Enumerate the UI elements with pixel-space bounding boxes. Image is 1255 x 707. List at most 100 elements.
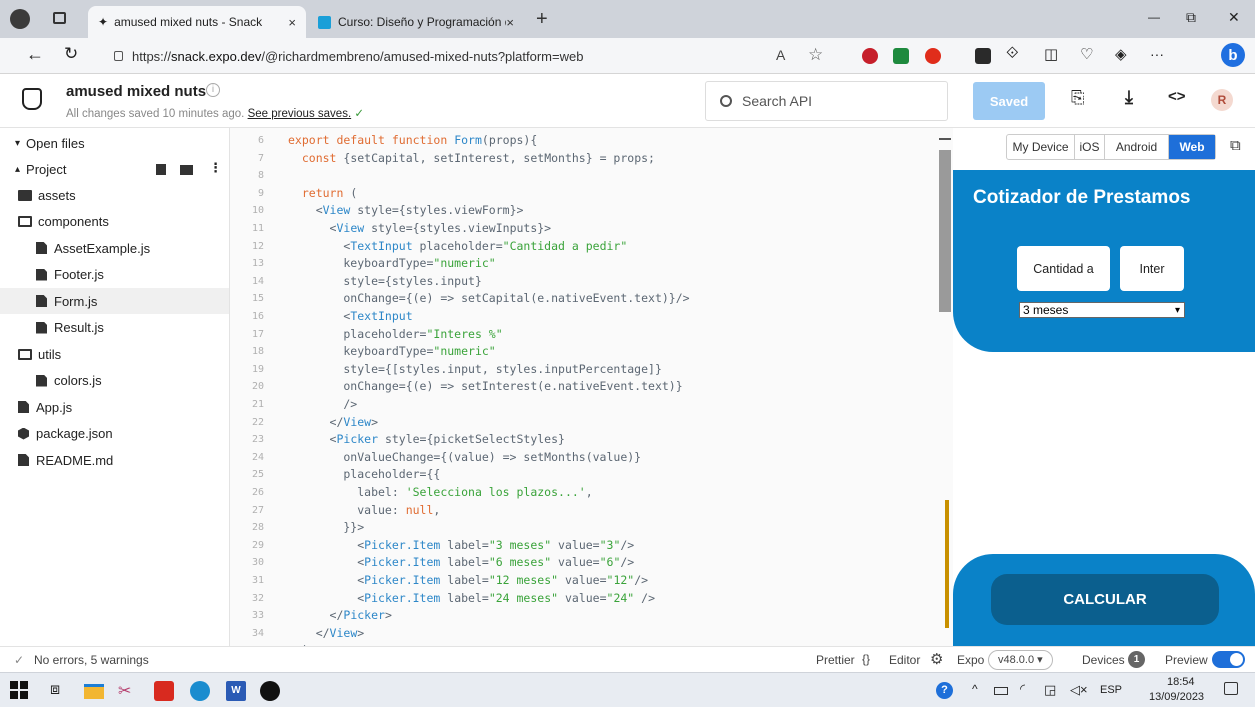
clock-date[interactable]: 13/09/2023 [1149,691,1204,703]
code-line[interactable]: <TextInput placeholder="Cantidad a pedir… [288,238,627,256]
file-item[interactable]: colors.js [0,368,229,394]
new-folder-icon[interactable] [180,165,193,175]
devices-label[interactable]: Devices [1082,653,1125,667]
interest-input[interactable]: Inter [1120,246,1184,291]
code-line[interactable]: onValueChange={(value) => setMonths(valu… [288,449,641,467]
errors-status[interactable]: No errors, 5 warnings [34,653,149,667]
editor-label[interactable]: Editor [889,653,920,667]
extensions-icon[interactable]: ⟐ [1006,45,1019,63]
address-bar[interactable]: https://snack.expo.dev/@richardmembreno/… [114,43,842,69]
new-file-icon[interactable] [156,164,166,175]
code-line[interactable]: <Picker.Item label="6 meses" value="6"/> [288,554,634,572]
code-line[interactable]: <Picker style={picketSelectStyles} [288,431,565,449]
prettier-label[interactable]: Prettier [816,653,855,667]
new-tab-button[interactable]: + [536,8,548,31]
tab-web[interactable]: Web [1169,135,1215,159]
wifi-icon[interactable]: ◜ [1020,681,1025,697]
code-line[interactable]: placeholder={{ [288,466,440,484]
file-item[interactable]: README.md [0,447,229,473]
restore-button[interactable]: ⧉ [1186,9,1196,26]
previous-saves-link[interactable]: See previous saves. [248,108,352,120]
file-item[interactable]: Footer.js [0,262,229,288]
capital-input[interactable]: Cantidad a [1017,246,1110,291]
code-line[interactable]: keyboardType="numeric" [288,343,495,361]
code-line[interactable]: onChange={(e) => setInterest(e.nativeEve… [288,378,682,396]
code-line[interactable]: <View style={styles.viewInputs}> [288,220,552,238]
language-indicator[interactable]: ESP [1100,684,1122,696]
prettier-icon[interactable]: {} [862,652,870,666]
menu-icon[interactable]: ··· [1150,46,1164,62]
download-icon[interactable]: ⤓ [1125,87,1133,108]
embed-code-icon[interactable]: <> [1168,88,1186,105]
folder-item[interactable]: components [0,209,229,235]
browser-profile-icon[interactable] [10,9,30,29]
info-icon[interactable]: i [206,83,220,97]
favorites-icon[interactable]: ♡ [1080,45,1093,63]
refresh-icon[interactable]: ↻ [64,44,78,64]
open-external-icon[interactable]: ⧉ [1230,137,1241,154]
extension-icon[interactable] [862,48,878,64]
code-line[interactable]: <Picker.Item label="24 meses" value="24"… [288,590,655,608]
code-line[interactable]: return ( [288,185,357,203]
code-line[interactable]: placeholder="Interes %" [288,326,502,344]
code-line[interactable]: const {setCapital, setInterest, setMonth… [288,150,655,168]
windows-start-icon[interactable] [10,681,28,699]
code-line[interactable]: </View> [288,625,365,643]
close-window-button[interactable]: ✕ [1228,9,1240,26]
battery-icon[interactable] [994,687,1008,695]
code-line[interactable]: onChange={(e) => setCapital(e.nativeEven… [288,290,689,308]
word-icon[interactable]: W [226,681,246,701]
file-item[interactable]: AssetExample.js [0,235,229,261]
volume-icon[interactable]: ◁× [1070,682,1088,698]
chevron-up-icon[interactable]: ^ [972,682,978,696]
code-line[interactable]: keyboardType="numeric" [288,255,495,273]
folder-item[interactable]: utils [0,341,229,367]
extension-icon[interactable] [975,48,991,64]
acrobat-icon[interactable] [154,681,174,701]
tab-snack[interactable]: ✦ amused mixed nuts - Snack × [88,6,306,38]
clock-time[interactable]: 18:54 [1167,676,1195,688]
tab-close-icon[interactable]: × [288,15,296,30]
avatar[interactable]: R [1211,89,1233,111]
back-icon[interactable]: ← [26,44,44,65]
task-view-icon[interactable]: ⧈ [50,681,70,701]
notification-icon[interactable]: ◲ [1044,682,1056,698]
file-item[interactable]: Form.js [0,288,229,314]
file-item[interactable]: package.json [0,421,229,447]
saved-button[interactable]: Saved [973,82,1045,120]
code-line[interactable]: <Picker.Item label="3 meses" value="3"/> [288,537,634,555]
split-screen-icon[interactable]: ◫ [1044,45,1058,63]
code-line[interactable]: /> [288,396,357,414]
tab-close-icon[interactable]: × [506,15,514,30]
edge-icon[interactable] [190,681,210,701]
code-line[interactable]: label: 'Selecciona los plazos...', [288,484,592,502]
extension-icon[interactable] [893,48,909,64]
extension-icon[interactable] [925,48,941,64]
folder-item[interactable]: assets [0,182,229,208]
search-api-input[interactable]: Search API [705,81,948,121]
notifications-icon[interactable] [1224,682,1238,695]
code-line[interactable]: }}> [288,519,364,537]
code-line[interactable]: <TextInput [288,308,412,326]
calcular-button[interactable]: CALCULAR [991,574,1219,625]
github-icon[interactable] [260,681,280,701]
code-line[interactable]: export default function Form(props){ [288,132,537,150]
read-aloud-icon[interactable]: A [776,47,785,63]
file-item[interactable]: App.js [0,394,229,420]
help-icon[interactable]: ? [936,682,953,699]
export-icon[interactable]: ⎘ [1071,88,1085,108]
minimize-button[interactable]: — [1148,10,1160,24]
code-line[interactable]: <Picker.Item label="12 meses" value="12"… [288,572,648,590]
tab-android[interactable]: Android [1105,135,1169,159]
tab-curso[interactable]: Curso: Diseño y Programación de × [308,6,524,38]
code-line[interactable]: </View> [288,414,379,432]
snipping-tool-icon[interactable]: ✂ [118,681,138,701]
copilot-icon[interactable]: b [1221,43,1245,67]
snack-logo-icon[interactable] [22,88,42,110]
code-line[interactable]: value: null, [288,502,440,520]
favorite-star-icon[interactable]: ☆ [808,45,823,65]
code-line[interactable]: </Picker> [288,607,392,625]
file-item[interactable]: Result.js [0,315,229,341]
expo-version-select[interactable]: v48.0.0 ▾ [988,650,1053,670]
project-section[interactable]: ▴ Project ⋮ [0,156,229,182]
